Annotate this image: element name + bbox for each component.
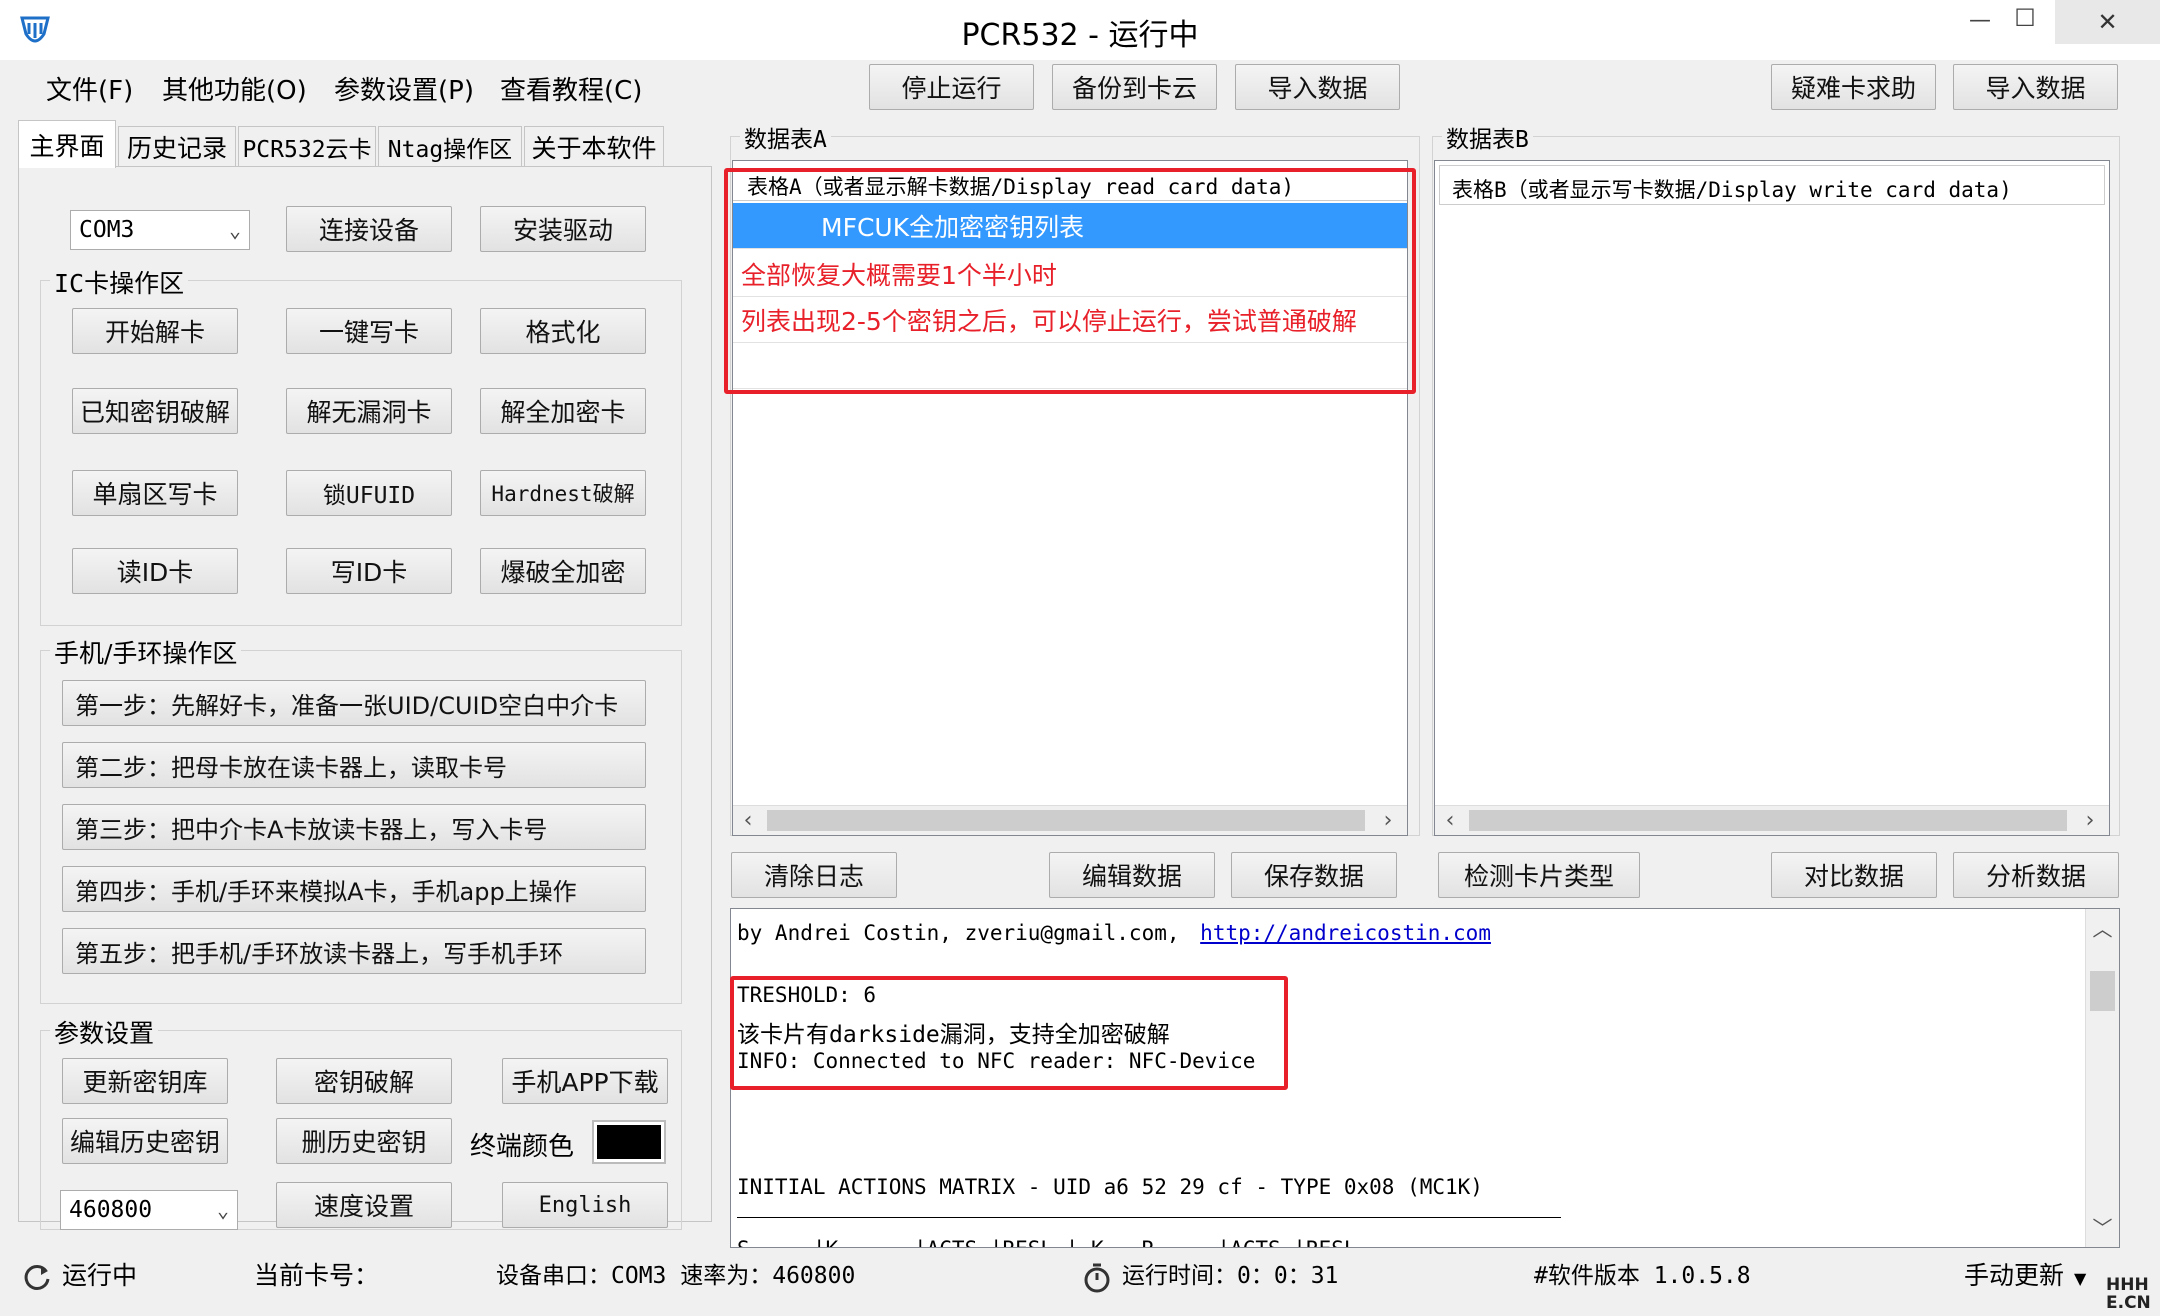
edit-data-button[interactable]: 编辑数据 (1049, 852, 1215, 898)
terminal-color-swatch[interactable] (592, 1120, 666, 1164)
close-icon: ✕ (2097, 8, 2118, 36)
maximize-button[interactable]: ☐ (2005, 4, 2045, 44)
log-line: S____ |K_____ |ACTS |RESL | K__ R____ |A… (737, 1237, 1357, 1247)
scroll-left-icon[interactable]: ‹ (733, 806, 763, 835)
log-author: by Andrei Costin, zveriu@gmail.com, (737, 921, 1180, 945)
tab-ntag[interactable]: Ntag操作区 (378, 126, 522, 166)
tab-about[interactable]: 关于本软件 (524, 126, 664, 166)
menu-params[interactable]: 参数设置(P) (334, 70, 474, 107)
log-vscrollbar[interactable]: ︿ ﹀ (2085, 909, 2119, 1247)
edit-history-keys-button[interactable]: 编辑历史密钥 (62, 1118, 228, 1164)
phone-group-label: 手机/手环操作区 (50, 634, 242, 670)
save-data-button[interactable]: 保存数据 (1231, 852, 1397, 898)
ic-card-group-label: IC卡操作区 (50, 264, 189, 300)
install-driver-button[interactable]: 安装驱动 (480, 206, 646, 252)
log-link[interactable]: http://andreicostin.com (1200, 921, 1491, 945)
scroll-thumb[interactable] (767, 810, 1365, 831)
baud-rate-select[interactable]: 460800 ⌄ (60, 1190, 238, 1230)
dropdown-caret-icon: ▼ (2074, 1269, 2087, 1288)
table-a-hscrollbar[interactable]: ‹ › (733, 805, 1407, 835)
annotation-box-log (730, 976, 1288, 1090)
status-port-rate: 设备串口：COM3 速率为：460800 (496, 1263, 856, 1289)
app-download-button[interactable]: 手机APP下载 (502, 1058, 668, 1104)
chevron-down-icon: ⌄ (228, 218, 241, 242)
read-id-card-button[interactable]: 读ID卡 (72, 548, 238, 594)
import-data-button[interactable]: 导入数据 (1235, 64, 1400, 110)
menu-tutorial[interactable]: 查看教程(C) (500, 70, 642, 107)
phone-step-1-button[interactable]: 第一步：先解好卡，准备一张UID/CUID空白中介卡 (62, 680, 646, 726)
clear-log-button[interactable]: 清除日志 (731, 852, 897, 898)
manual-update-label: 手动更新 (1964, 1261, 2065, 1290)
tab-cloud-card[interactable]: PCR532云卡 (238, 126, 376, 166)
log-line: by Andrei Costin, zveriu@gmail.com, http… (737, 921, 1491, 945)
hard-card-help-button[interactable]: 疑难卡求助 (1771, 64, 1936, 110)
scroll-thumb[interactable] (2090, 971, 2115, 1011)
table-b[interactable]: 表格B（或者显示写卡数据/Display write card data) ‹ › (1434, 160, 2110, 836)
scroll-thumb[interactable] (1469, 810, 2067, 831)
annotation-box-table (724, 168, 1416, 394)
timer-icon (1084, 1263, 1110, 1293)
port-value: COM3 (79, 217, 135, 243)
stop-button[interactable]: 停止运行 (869, 64, 1034, 110)
single-sector-write-button[interactable]: 单扇区写卡 (72, 470, 238, 516)
hardnest-crack-button[interactable]: Hardnest破解 (480, 470, 646, 516)
table-b-hscrollbar[interactable]: ‹ › (1435, 805, 2109, 835)
chevron-down-icon: ⌄ (216, 1198, 229, 1222)
full-encrypt-card-button[interactable]: 解全加密卡 (480, 388, 646, 434)
log-line: INITIAL ACTIONS MATRIX - UID a6 52 29 cf… (737, 1175, 1483, 1199)
window-title: PCR532 - 运行中 (961, 18, 1199, 53)
watermark: HHH E.CN (2106, 1275, 2151, 1313)
backup-cloud-button[interactable]: 备份到卡云 (1052, 64, 1217, 110)
write-id-card-button[interactable]: 写ID卡 (286, 548, 452, 594)
close-button[interactable]: ✕ (2055, 0, 2160, 44)
phone-step-5-button[interactable]: 第五步：把手机/手环放读卡器上，写手机手环 (62, 928, 646, 974)
brute-force-button[interactable]: 爆破全加密 (480, 548, 646, 594)
lock-ufuid-button[interactable]: 锁UFUID (286, 470, 452, 516)
terminal-color-fill (597, 1125, 661, 1159)
detect-card-type-button[interactable]: 检测卡片类型 (1438, 852, 1640, 898)
status-running: 运行中 (62, 1261, 138, 1290)
params-group-label: 参数设置 (50, 1014, 159, 1050)
scroll-up-icon[interactable]: ︿ (2086, 913, 2119, 942)
refresh-icon (24, 1264, 50, 1290)
format-button[interactable]: 格式化 (480, 308, 646, 354)
status-version: #软件版本 1.0.5.8 (1534, 1263, 1751, 1289)
phone-step-2-button[interactable]: 第二步：把母卡放在读卡器上，读取卡号 (62, 742, 646, 788)
manual-update-button[interactable]: 手动更新 ▼ (1964, 1256, 2086, 1292)
scroll-down-icon[interactable]: ﹀ (2086, 1212, 2119, 1241)
tab-main[interactable]: 主界面 (18, 120, 116, 168)
english-button[interactable]: English (502, 1182, 668, 1228)
delete-history-keys-button[interactable]: 删历史密钥 (276, 1118, 452, 1164)
menu-file[interactable]: 文件(F) (46, 70, 133, 107)
table-b-label: 数据表B (1442, 120, 1533, 154)
one-click-write-button[interactable]: 一键写卡 (286, 308, 452, 354)
no-vuln-card-button[interactable]: 解无漏洞卡 (286, 388, 452, 434)
table-b-header: 表格B（或者显示写卡数据/Display write card data) (1439, 165, 2105, 205)
connect-device-button[interactable]: 连接设备 (286, 206, 452, 252)
update-key-db-button[interactable]: 更新密钥库 (62, 1058, 228, 1104)
known-key-crack-button[interactable]: 已知密钥破解 (72, 388, 238, 434)
phone-step-3-button[interactable]: 第三步：把中介卡A卡放读卡器上，写入卡号 (62, 804, 646, 850)
status-current-card: 当前卡号： (254, 1261, 380, 1290)
baud-rate-value: 460800 (69, 1197, 153, 1223)
status-runtime: 运行时间：0：0：31 (1122, 1263, 1339, 1289)
table-a-label: 数据表A (740, 120, 831, 154)
scroll-right-icon[interactable]: › (1373, 806, 1403, 835)
log-divider (737, 1217, 1561, 1218)
port-select[interactable]: COM3 ⌄ (70, 210, 250, 250)
speed-settings-button[interactable]: 速度设置 (276, 1182, 452, 1228)
scroll-left-icon[interactable]: ‹ (1435, 806, 1465, 835)
scroll-right-icon[interactable]: › (2075, 806, 2105, 835)
analyze-data-button[interactable]: 分析数据 (1953, 852, 2119, 898)
import-data-button-2[interactable]: 导入数据 (1953, 64, 2118, 110)
start-decrypt-button[interactable]: 开始解卡 (72, 308, 238, 354)
tab-history[interactable]: 历史记录 (118, 126, 236, 166)
key-crack-button[interactable]: 密钥破解 (276, 1058, 452, 1104)
compare-data-button[interactable]: 对比数据 (1771, 852, 1937, 898)
minimize-button[interactable]: — (1960, 8, 2000, 48)
phone-step-4-button[interactable]: 第四步：手机/手环来模拟A卡，手机app上操作 (62, 866, 646, 912)
title-bar: PCR532 - 运行中 — ☐ ✕ (0, 0, 2160, 60)
menu-other[interactable]: 其他功能(O) (162, 70, 307, 107)
terminal-color-label: 终端颜色 (470, 1132, 575, 1162)
